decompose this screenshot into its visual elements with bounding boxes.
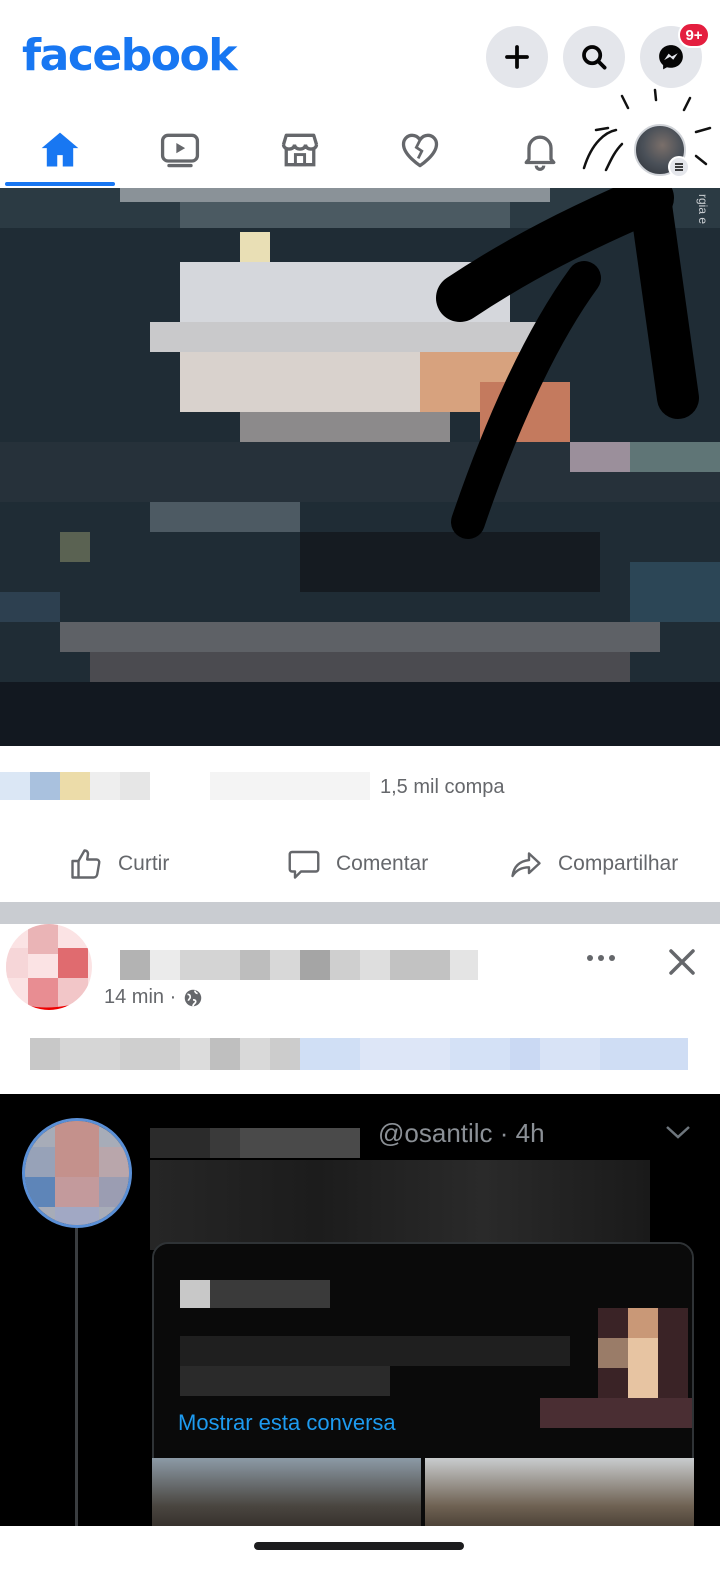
share-icon [511, 852, 541, 878]
plus-icon [505, 45, 529, 69]
tweet-photos[interactable] [152, 1458, 694, 1526]
store-icon [281, 133, 319, 167]
show-thread-link[interactable]: Mostrar esta conversa [178, 1410, 396, 1436]
active-tab-indicator [5, 182, 115, 186]
chevron-down-icon[interactable] [664, 1122, 692, 1142]
post-text-blurred [30, 1038, 688, 1070]
system-bottom-bar [0, 1526, 720, 1574]
post-2: 14 min · [0, 924, 720, 1094]
close-icon[interactable] [662, 942, 702, 982]
side-caption: rgia e [696, 194, 710, 225]
messenger-button[interactable]: 9+ [640, 22, 710, 88]
search-button[interactable] [563, 26, 625, 88]
author-avatar[interactable] [6, 924, 92, 1010]
post-stats[interactable]: 1,5 mil compa [0, 746, 720, 818]
feed-divider [0, 902, 720, 924]
tweet-handle: @osantilc · 4h [378, 1118, 545, 1148]
create-button[interactable] [486, 26, 548, 88]
messenger-icon [659, 45, 683, 70]
reaction-count-blurred [210, 772, 370, 800]
embedded-tweet[interactable]: @osantilc · 4h Mostrar esta conversa [0, 1094, 720, 1526]
post-timestamp[interactable]: 14 min · [104, 986, 204, 1009]
like-icon [71, 849, 101, 879]
tab-watch[interactable] [120, 112, 240, 188]
tweet-author-avatar [22, 1118, 132, 1228]
post-actions: Curtir Comentar Compartilhar [0, 826, 720, 902]
reaction-icons-blurred [0, 772, 150, 800]
bell-icon [524, 135, 556, 171]
comment-icon [288, 850, 320, 879]
share-button[interactable]: Compartilhar [508, 826, 678, 902]
share-label: Compartilhar [558, 852, 679, 875]
pixelated-photo [0, 188, 720, 746]
tab-home[interactable] [0, 112, 120, 188]
heart-icon [401, 133, 439, 168]
tab-marketplace[interactable] [240, 112, 360, 188]
video-icon [160, 133, 200, 168]
post-time: 14 min · [104, 986, 177, 1008]
like-label: Curtir [118, 852, 170, 875]
home-icon [41, 132, 79, 167]
tweet-text-blurred [150, 1160, 650, 1250]
home-indicator[interactable] [254, 1542, 464, 1550]
tweet-name-blurred [150, 1128, 360, 1158]
author-name-blurred[interactable] [120, 950, 478, 980]
tab-bar [0, 88, 720, 188]
tweet-photo-2 [425, 1458, 694, 1526]
share-count: 1,5 mil compa [380, 776, 505, 798]
comment-label: Comentar [336, 852, 429, 875]
facebook-logo[interactable]: facebook [22, 30, 237, 81]
messenger-badge: 9+ [678, 22, 710, 48]
tab-dating[interactable] [360, 112, 480, 188]
thread-line [75, 1228, 78, 1526]
globe-icon [185, 989, 202, 1006]
post-image[interactable]: rgia e [0, 188, 720, 746]
comment-button[interactable]: Comentar [286, 826, 428, 902]
search-icon [582, 45, 607, 70]
more-dots-icon[interactable] [584, 946, 618, 970]
like-button[interactable]: Curtir [68, 826, 169, 902]
tweet-photo-1 [152, 1458, 421, 1526]
